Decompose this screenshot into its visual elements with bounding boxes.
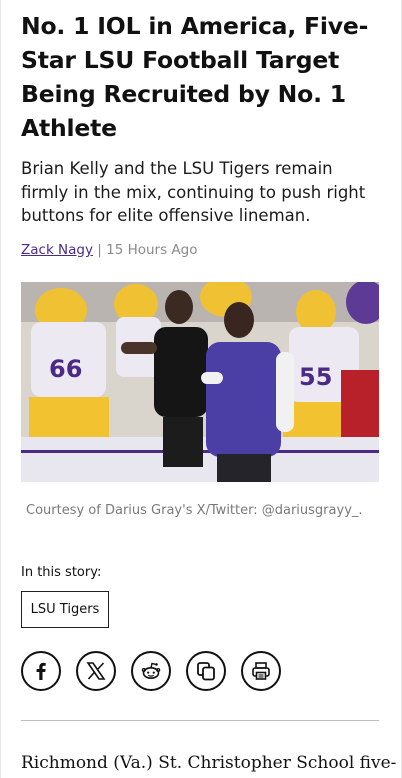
facebook-share-button[interactable] xyxy=(21,651,61,691)
print-button[interactable] xyxy=(241,651,281,691)
copy-link-button[interactable] xyxy=(186,651,226,691)
byline-separator: | xyxy=(92,242,107,258)
article-subheadline: Brian Kelly and the LSU Tigers remain fi… xyxy=(21,159,366,225)
reddit-icon xyxy=(141,662,161,679)
share-buttons xyxy=(21,651,281,691)
print-icon xyxy=(252,662,270,680)
photo-caption: Courtesy of Darius Gray's X/Twitter: @da… xyxy=(26,503,363,518)
tag-lsu-tigers[interactable]: LSU Tigers xyxy=(21,591,109,628)
facebook-icon xyxy=(36,662,46,680)
page-frame-left xyxy=(0,0,1,778)
in-this-story-label: In this story: xyxy=(21,565,102,580)
article-headline: No. 1 IOL in America, Five-Star LSU Foot… xyxy=(21,12,369,142)
publish-timestamp: 15 Hours Ago xyxy=(106,242,198,258)
article-photo-image: 66 55 xyxy=(21,282,379,482)
byline: Zack Nagy | 15 Hours Ago xyxy=(21,242,198,258)
svg-text:55: 55 xyxy=(299,363,332,391)
reddit-share-button[interactable] xyxy=(131,651,171,691)
x-twitter-icon xyxy=(86,662,106,680)
content-divider xyxy=(21,720,379,721)
author-link[interactable]: Zack Nagy xyxy=(21,242,93,258)
article-photo: 66 55 xyxy=(21,282,379,482)
x-share-button[interactable] xyxy=(76,651,116,691)
article-body-paragraph: Richmond (Va.) St. Christopher School fi… xyxy=(21,753,397,773)
copy-link-icon xyxy=(197,662,215,681)
svg-text:66: 66 xyxy=(49,355,82,383)
